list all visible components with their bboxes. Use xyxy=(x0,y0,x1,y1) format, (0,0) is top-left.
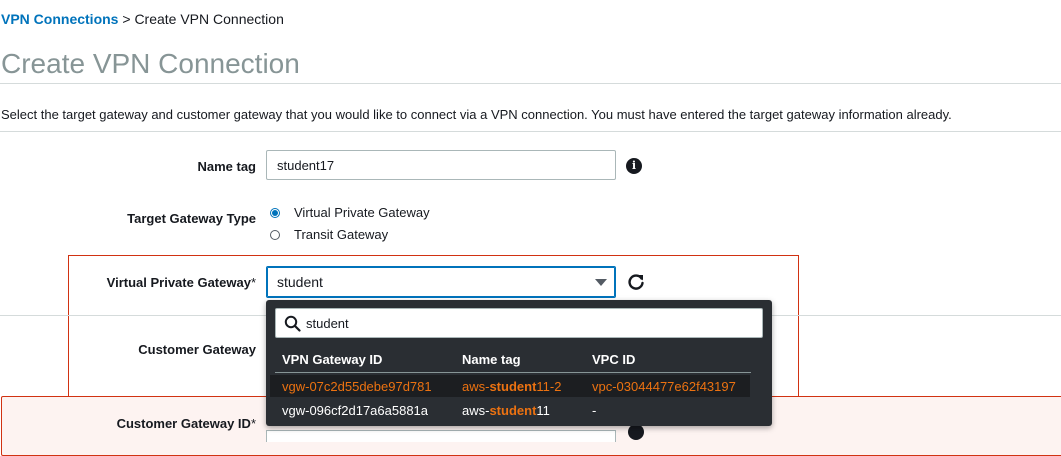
dropdown-search-input[interactable]: student xyxy=(275,308,763,338)
radio-button-checked[interactable] xyxy=(270,207,280,218)
option-vpc-id: - xyxy=(592,403,597,418)
dropdown-search-value[interactable]: student xyxy=(306,316,349,331)
column-header-vpn-gateway-id: VPN Gateway ID xyxy=(282,352,383,367)
name-tag-input[interactable] xyxy=(266,150,616,180)
virtual-private-gateway-label: Virtual Private Gateway* xyxy=(1,275,256,290)
dropdown-option[interactable]: vgw-07c2d55debe97d781 aws-student11-2 vp… xyxy=(270,375,750,397)
virtual-private-gateway-select[interactable]: student xyxy=(266,266,616,298)
radio-transit-gateway[interactable]: Transit Gateway xyxy=(270,227,388,242)
option-name-tag: aws-student11-2 xyxy=(462,379,561,394)
column-header-vpc-id: VPC ID xyxy=(592,352,636,367)
name-suffix: 11-2 xyxy=(536,379,562,394)
breadcrumb-link-vpn-connections[interactable]: VPN Connections xyxy=(1,11,118,27)
customer-gateway-label: Customer Gateway xyxy=(138,342,256,357)
cgw-id-label-text: Customer Gateway ID xyxy=(116,416,251,431)
description-divider xyxy=(0,131,1061,132)
option-vpc-id: vpc-03044477e62f43197 xyxy=(592,379,736,394)
radio-label: Virtual Private Gateway xyxy=(294,205,430,220)
search-icon xyxy=(284,315,301,332)
name-suffix: 11 xyxy=(536,403,550,418)
gateway-dropdown: student VPN Gateway ID Name tag VPC ID v… xyxy=(266,300,772,426)
customer-gateway-id-select[interactable] xyxy=(266,430,616,442)
select-input-value[interactable]: student xyxy=(277,274,323,290)
customer-gateway-id-label: Customer Gateway ID* xyxy=(1,416,256,431)
name-match: student xyxy=(489,379,537,394)
caret-down-icon[interactable] xyxy=(595,279,607,286)
column-header-name-tag: Name tag xyxy=(462,352,521,367)
target-gateway-type-label: Target Gateway Type xyxy=(127,211,256,226)
breadcrumb-separator: > xyxy=(122,11,131,27)
info-icon[interactable]: i xyxy=(626,158,642,174)
option-gateway-id: vgw-096cf2d17a6a5881a xyxy=(282,403,429,418)
name-match: student xyxy=(489,403,537,418)
radio-button[interactable] xyxy=(270,229,280,240)
page-description: Select the target gateway and customer g… xyxy=(1,107,952,122)
option-name-tag: aws-student11 xyxy=(462,403,550,418)
option-gateway-id: vgw-07c2d55debe97d781 xyxy=(282,379,432,394)
title-divider xyxy=(0,83,1061,84)
name-prefix: aws- xyxy=(462,379,490,394)
refresh-icon[interactable] xyxy=(626,272,646,292)
radio-virtual-private-gateway[interactable]: Virtual Private Gateway xyxy=(270,205,430,220)
vgw-label-text: Virtual Private Gateway xyxy=(106,275,251,290)
page-title: Create VPN Connection xyxy=(1,48,300,79)
name-tag-label: Name tag xyxy=(197,159,256,174)
breadcrumb: VPN Connections > Create VPN Connection xyxy=(1,11,284,27)
name-prefix: aws- xyxy=(462,403,490,418)
dropdown-option[interactable]: vgw-096cf2d17a6a5881a aws-student11 - xyxy=(270,399,750,421)
radio-label: Transit Gateway xyxy=(294,227,389,242)
breadcrumb-current: Create VPN Connection xyxy=(134,11,284,27)
required-mark: * xyxy=(250,416,256,431)
required-mark: * xyxy=(250,275,256,290)
header-divider xyxy=(275,372,751,373)
